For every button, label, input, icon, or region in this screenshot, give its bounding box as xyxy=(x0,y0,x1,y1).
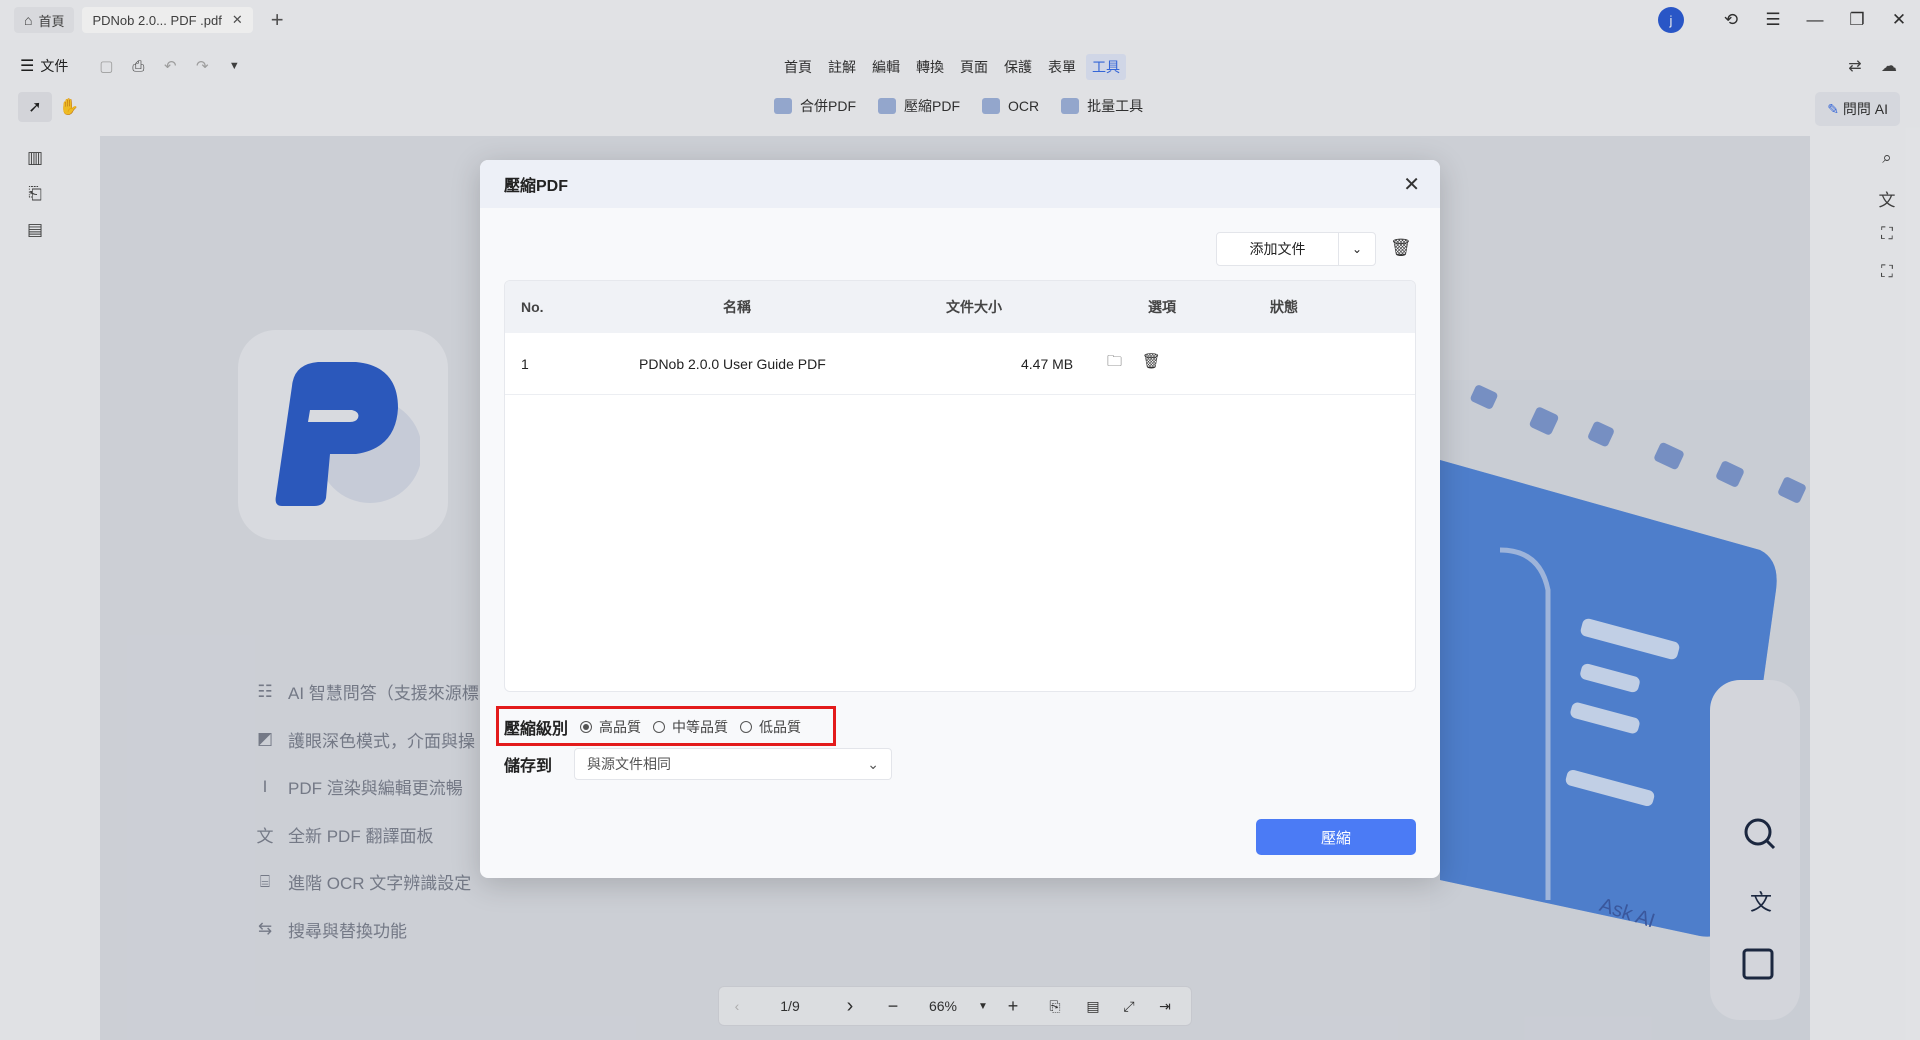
header-name: 名稱 xyxy=(723,299,751,315)
header-size: 文件大小 xyxy=(946,299,1002,315)
compression-level-label: 壓縮級別 xyxy=(504,721,569,738)
radio-dot[interactable] xyxy=(740,721,753,733)
radio-label: 中等品質 xyxy=(672,719,729,735)
radio-dot[interactable] xyxy=(580,721,593,733)
chevron-down-icon: ⌄ xyxy=(867,755,879,772)
save-to-label: 儲存到 xyxy=(504,758,553,775)
radio-dot[interactable] xyxy=(653,721,666,733)
open-folder-icon[interactable]: 🗀 xyxy=(1107,353,1122,370)
row-size: 4.47 MB xyxy=(1021,355,1074,372)
delete-icon[interactable]: 🗑 xyxy=(1142,353,1161,370)
add-file-button[interactable]: 添加文件 ⌄ xyxy=(1216,232,1376,266)
radio-low-quality[interactable]: 低品質 xyxy=(740,717,801,737)
save-to-value: 與源文件相同 xyxy=(587,756,671,772)
header-status: 狀態 xyxy=(1270,299,1298,315)
dialog-header: 壓縮PDF ✕ xyxy=(480,160,1440,208)
compress-pdf-dialog: 壓縮PDF ✕ 添加文件 ⌄ 🗑 No. 名稱 文件大小 選項 狀態 1 PDN… xyxy=(480,160,1440,878)
radio-label: 高品質 xyxy=(599,719,642,735)
radio-high-quality[interactable]: 高品質 xyxy=(580,717,641,737)
save-to-select[interactable]: 與源文件相同 ⌄ xyxy=(574,748,892,780)
row-options: 🗀 🗑 xyxy=(1099,351,1225,376)
close-icon[interactable]: ✕ xyxy=(1403,172,1420,197)
compression-level-row: 壓縮級別 高品質 中等品質 低品質 xyxy=(504,715,813,739)
file-table: No. 名稱 文件大小 選項 狀態 1 PDNob 2.0.0 User Gui… xyxy=(504,280,1416,692)
compress-button[interactable]: 壓縮 xyxy=(1256,819,1416,855)
table-header: No. 名稱 文件大小 選項 狀態 xyxy=(505,281,1415,333)
table-row: 1 PDNob 2.0.0 User Guide PDF 4.47 MB 🗀 🗑 xyxy=(505,333,1415,395)
radio-medium-quality[interactable]: 中等品質 xyxy=(653,717,728,737)
radio-label: 低品質 xyxy=(759,719,802,735)
row-no: 1 xyxy=(521,355,529,372)
add-file-label[interactable]: 添加文件 xyxy=(1217,233,1339,265)
row-name: PDNob 2.0.0 User Guide PDF xyxy=(639,355,826,372)
dialog-title: 壓縮PDF xyxy=(504,178,569,195)
header-no: No. xyxy=(521,299,544,315)
chevron-down-icon[interactable]: ⌄ xyxy=(1339,242,1375,256)
save-to-row: 儲存到 與源文件相同 ⌄ xyxy=(504,748,892,780)
clear-list-icon[interactable]: 🗑 xyxy=(1390,238,1412,258)
header-options: 選項 xyxy=(1148,299,1176,315)
